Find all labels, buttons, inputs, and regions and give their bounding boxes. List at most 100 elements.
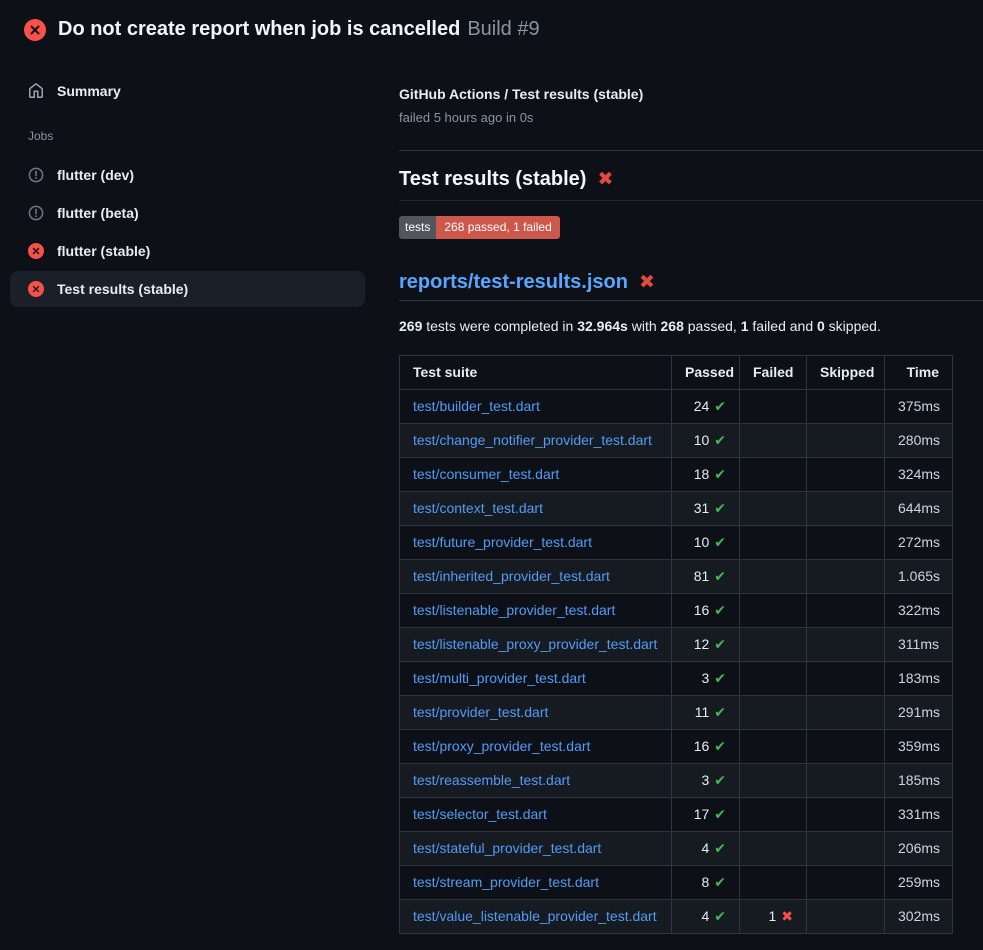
time-cell: 291ms [885, 696, 953, 730]
check-icon: ✔ [714, 602, 726, 618]
sidebar-item-summary[interactable]: Summary [10, 73, 365, 109]
job-label: flutter (stable) [57, 243, 150, 259]
job-label: flutter (beta) [57, 205, 139, 221]
passed-cell: 17✔ [672, 798, 740, 832]
suite-cell: test/value_listenable_provider_test.dart [400, 900, 672, 934]
skipped-cell [807, 458, 885, 492]
suite-link[interactable]: test/reassemble_test.dart [413, 772, 570, 788]
failed-cell [740, 390, 807, 424]
tests-badge: tests 268 passed, 1 failed [399, 216, 560, 239]
time-cell: 185ms [885, 764, 953, 798]
sidebar-job-flutter-stable[interactable]: flutter (stable) [10, 233, 365, 269]
suite-link[interactable]: test/inherited_provider_test.dart [413, 568, 610, 584]
table-row: test/provider_test.dart 11✔ 291ms [400, 696, 953, 730]
table-row: test/change_notifier_provider_test.dart 1… [400, 424, 953, 458]
table-row: test/stream_provider_test.dart8✔259ms [400, 866, 953, 900]
failed-cell [740, 458, 807, 492]
report-file-link[interactable]: reports/test-results.json [399, 269, 628, 295]
skipped-cell [807, 526, 885, 560]
check-icon: ✔ [714, 704, 726, 720]
suite-link[interactable]: test/provider_test.dart [413, 704, 548, 720]
check-icon: ✔ [714, 500, 726, 516]
check-icon: ✔ [714, 908, 726, 924]
failed-cell [740, 798, 807, 832]
suite-link[interactable]: test/future_provider_test.dart [413, 534, 592, 550]
breadcrumb: GitHub Actions / Test results (stable) [399, 85, 983, 103]
check-icon: ✔ [714, 738, 726, 754]
passed-cell: 10✔ [672, 526, 740, 560]
sidebar: Summary Jobs flutter (dev) flutter (beta)… [0, 53, 375, 309]
table-row: test/listenable_provider_test.dart16✔322… [400, 594, 953, 628]
skipped-cell [807, 662, 885, 696]
report-file-heading: reports/test-results.json ✖ [399, 269, 983, 301]
suite-cell: test/stateful_provider_test.dart [400, 832, 672, 866]
check-icon: ✔ [714, 806, 726, 822]
run-title: Do not create report when job is cancell… [58, 18, 460, 40]
skipped-cell [807, 866, 885, 900]
x-emoji-icon: ✖ [597, 170, 613, 189]
suite-link[interactable]: test/context_test.dart [413, 500, 543, 516]
sidebar-job-flutter-beta[interactable]: flutter (beta) [10, 195, 365, 231]
suite-link[interactable]: test/change_notifier_provider_test.dart [413, 432, 652, 448]
passed-cell: 10✔ [672, 424, 740, 458]
passed-cell: 8✔ [672, 866, 740, 900]
time-cell: 359ms [885, 730, 953, 764]
suite-link[interactable]: test/listenable_proxy_provider_test.dart [413, 636, 657, 652]
skipped-cell [807, 492, 885, 526]
passed-cell: 81✔ [672, 560, 740, 594]
skipped-cell [807, 560, 885, 594]
check-icon: ✔ [714, 874, 726, 890]
skipped-cell [807, 594, 885, 628]
column-header-time: Time [885, 356, 953, 390]
table-row: test/value_listenable_provider_test.dart… [400, 900, 953, 934]
jobs-section-label: Jobs [10, 129, 365, 143]
skipped-cell [807, 696, 885, 730]
suite-link[interactable]: test/proxy_provider_test.dart [413, 738, 590, 754]
skipped-cell [807, 832, 885, 866]
suite-link[interactable]: test/listenable_provider_test.dart [413, 602, 615, 618]
suite-link[interactable]: test/selector_test.dart [413, 806, 547, 822]
section-divider [399, 150, 983, 151]
sidebar-job-test-results-stable[interactable]: Test results (stable) [10, 271, 365, 307]
suite-cell: test/consumer_test.dart [400, 458, 672, 492]
sidebar-job-flutter-dev[interactable]: flutter (dev) [10, 157, 365, 193]
suite-cell: test/inherited_provider_test.dart [400, 560, 672, 594]
passed-cell: 3✔ [672, 764, 740, 798]
passed-cell: 3✔ [672, 662, 740, 696]
skipped-cell [807, 730, 885, 764]
tests-summary-text: 269 tests were completed in 32.964s with… [399, 317, 983, 336]
suite-link[interactable]: test/value_listenable_provider_test.dart [413, 908, 657, 924]
table-row: test/builder_test.dart24✔375ms [400, 390, 953, 424]
suite-link[interactable]: test/stateful_provider_test.dart [413, 840, 601, 856]
job-label: flutter (dev) [57, 167, 134, 183]
section-title: Test results (stable) ✖ [399, 166, 983, 201]
passed-cell: 4✔ [672, 832, 740, 866]
run-status-line: failed 5 hours ago in 0s [399, 109, 983, 127]
failed-cell [740, 730, 807, 764]
failed-cell [740, 628, 807, 662]
suite-link[interactable]: test/consumer_test.dart [413, 466, 559, 482]
suite-cell: test/proxy_provider_test.dart [400, 730, 672, 764]
suite-link[interactable]: test/multi_provider_test.dart [413, 670, 586, 686]
x-emoji-icon: ✖ [639, 273, 655, 292]
x-circle-icon [28, 281, 44, 297]
check-icon: ✔ [714, 636, 726, 652]
jobs-list: flutter (dev) flutter (beta) flutter (stab… [10, 157, 365, 307]
badge-label: tests [399, 216, 436, 239]
time-cell: 311ms [885, 628, 953, 662]
time-cell: 331ms [885, 798, 953, 832]
time-cell: 324ms [885, 458, 953, 492]
passed-cell: 11✔ [672, 696, 740, 730]
failed-cell: 1✖ [740, 900, 807, 934]
check-icon: ✔ [714, 568, 726, 584]
check-icon: ✔ [714, 398, 726, 414]
failed-cell [740, 560, 807, 594]
suite-link[interactable]: test/builder_test.dart [413, 398, 540, 414]
time-cell: 183ms [885, 662, 953, 696]
section-title-text: Test results (stable) [399, 166, 586, 193]
suite-link[interactable]: test/stream_provider_test.dart [413, 874, 599, 890]
failed-cell [740, 594, 807, 628]
suite-cell: test/reassemble_test.dart [400, 764, 672, 798]
check-icon: ✔ [714, 772, 726, 788]
suite-cell: test/context_test.dart [400, 492, 672, 526]
